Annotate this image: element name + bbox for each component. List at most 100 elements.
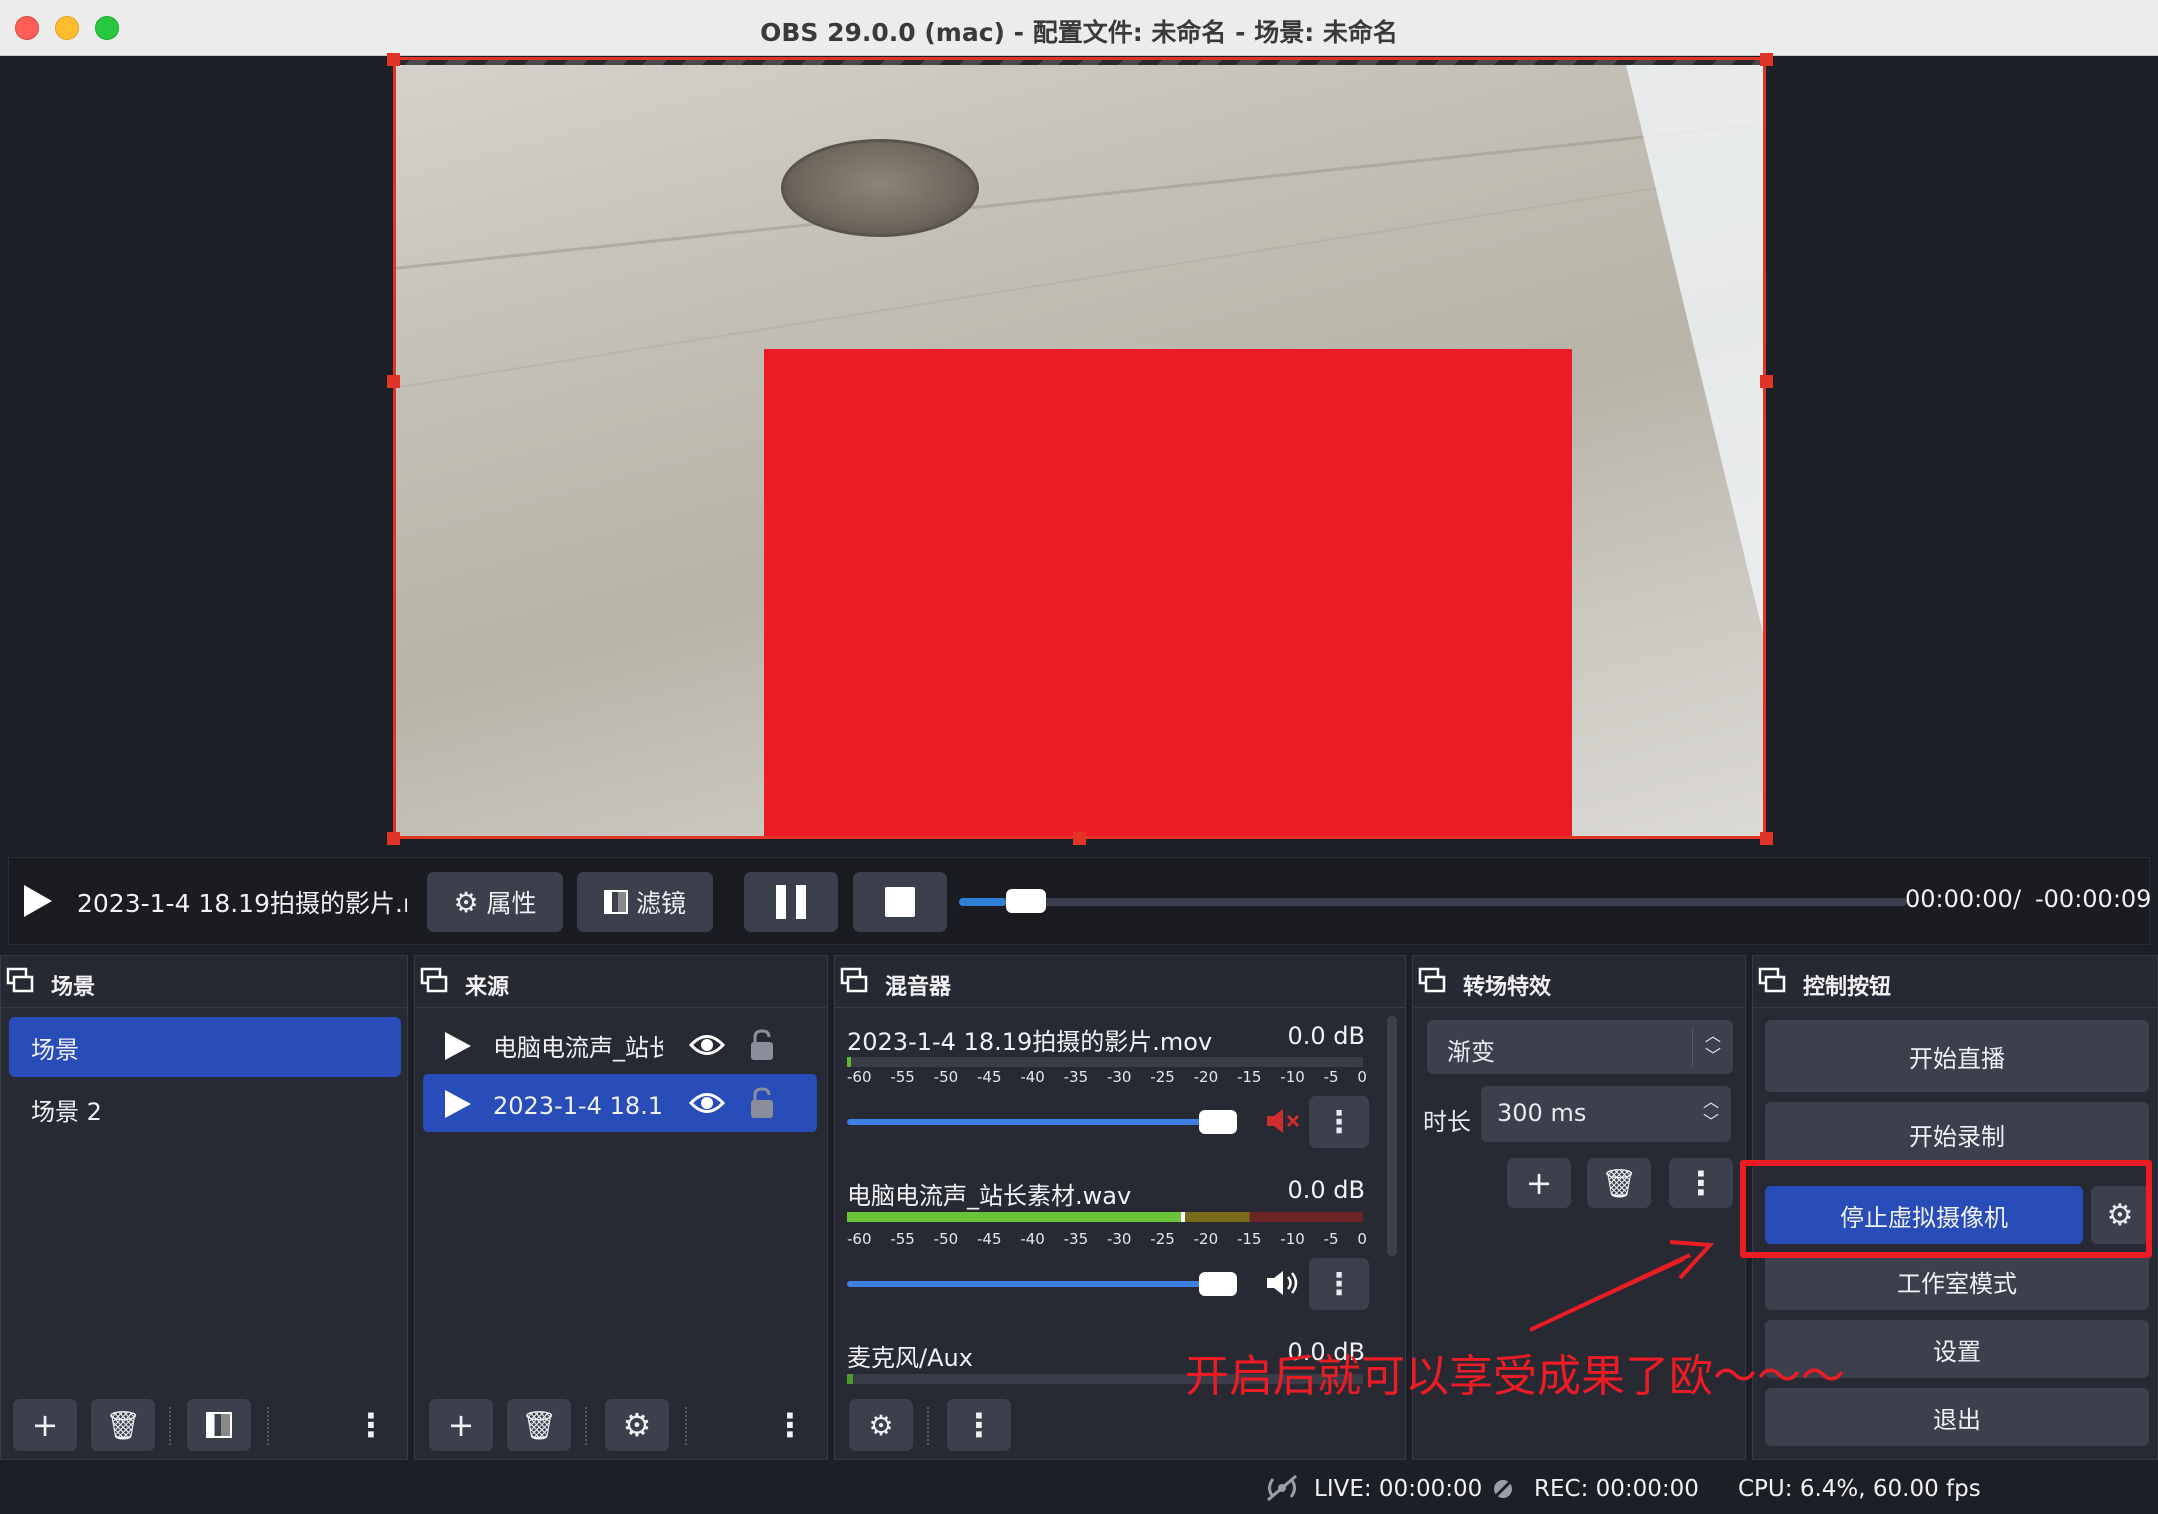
volume-slider[interactable] [847,1272,1237,1296]
transitions-dock-header: 转场特效 [1413,956,1745,1008]
canvas-top-stripe [393,57,1766,65]
more-options-icon: ⋮ [963,1406,995,1444]
volume-knob[interactable] [1199,1110,1237,1134]
gear-icon: ⚙ [453,885,479,919]
volume-slider[interactable] [847,1110,1237,1134]
studio-mode-button[interactable]: 工作室模式 [1765,1252,2149,1310]
start-streaming-button[interactable]: 开始直播 [1765,1020,2149,1092]
media-play-icon[interactable] [24,885,52,917]
seek-progress-fill [959,898,1006,906]
live-status-icon [1267,1474,1297,1502]
add-scene-button[interactable]: + [13,1399,77,1451]
rec-status: REC: 00:00:00 [1534,1476,1699,1502]
dock-float-icon[interactable] [419,966,449,996]
dock-float-icon[interactable] [5,966,35,996]
toolbar-separator [585,1407,587,1445]
channel-menu-button[interactable]: ⋮ [1309,1096,1369,1148]
dock-float-icon[interactable] [839,966,869,996]
pause-button[interactable] [744,872,838,932]
chevron-updown-icon: ︿ ﹀ [1704,1026,1721,1065]
transition-select[interactable]: 渐变 ︿ ﹀ [1427,1020,1733,1074]
channel-menu-button[interactable]: ⋮ [1309,1258,1369,1310]
scene-item-label: 场景 [31,1035,79,1064]
resize-handle-tr[interactable] [1760,53,1773,66]
controls-dock-header: 控制按钮 [1753,956,2157,1008]
annotation-arrow-icon [1529,1240,1715,1332]
mixer-channel-name: 麦克风/Aux [847,1344,973,1372]
resize-handle-mr[interactable] [1760,375,1773,388]
mixer-channel-name: 2023-1-4 18.19拍摄的影片.mov [847,1028,1213,1056]
remove-scene-button[interactable]: 🗑 [91,1399,155,1451]
muted-speaker-icon[interactable] [1265,1106,1301,1136]
dock-float-icon[interactable] [1757,966,1787,996]
sources-toolbar: + 🗑 ⚙ ⋮ [415,1389,827,1459]
start-recording-button[interactable]: 开始录制 [1765,1102,2149,1166]
dock-float-icon[interactable] [1417,966,1447,996]
duration-spinbox[interactable]: 300 ms ︿ ﹀ [1481,1086,1731,1142]
filters-button[interactable]: 滤镜 [577,872,713,932]
add-source-button[interactable]: + [429,1399,493,1451]
scenes-toolbar: + 🗑 ⋮ [1,1389,407,1459]
resize-handle-tl[interactable] [387,53,400,66]
meter-scale: -60 -55 -50 -45 -40 -35 -30 -25 -20 -15 -10 -5 0 [847,1230,1367,1248]
scene-item-label: 场景 2 [31,1097,102,1126]
scene-item[interactable]: 场景 2 [9,1079,401,1139]
mixer-menu-button[interactable]: ⋮ [947,1399,1011,1451]
scene-filters-button[interactable] [187,1399,251,1451]
pause-icon [776,885,806,919]
scene-item[interactable]: 场景 [9,1017,401,1077]
media-source-name: 2023-1-4 18.19拍摄的影片.mov [77,889,407,918]
lock-icon[interactable] [749,1028,775,1062]
mixer-channel-name: 电脑电流声_站长素材.wav [847,1182,1132,1210]
plus-icon: + [31,1406,59,1444]
audio-level-meter [847,1057,1363,1067]
remove-transition-button[interactable]: 🗑 [1587,1158,1651,1208]
ceiling-edge [393,123,1759,270]
source-item[interactable]: 2023-1-4 18.19拍摄的影片.mov [423,1074,817,1132]
resize-handle-bm[interactable] [1073,832,1086,845]
resize-handle-br[interactable] [1760,832,1773,845]
source-properties-button[interactable]: ⚙ [605,1399,669,1451]
more-options-icon: ⋮ [1685,1164,1717,1202]
add-transition-button[interactable]: + [1507,1158,1571,1208]
rec-status-icon [1490,1476,1516,1502]
preview-canvas[interactable] [393,57,1766,839]
gear-icon: ⚙ [622,1406,652,1444]
resize-handle-ml[interactable] [387,375,400,388]
sources-title: 来源 [465,975,510,1000]
lock-icon[interactable] [749,1086,775,1120]
advanced-audio-button[interactable]: ⚙ [849,1399,913,1451]
seek-slider[interactable] [959,889,1907,913]
source-item-label: 电脑电流声_站长素材.wav [493,1033,663,1062]
remove-source-button[interactable]: 🗑 [507,1399,571,1451]
filter-icon [206,1412,232,1438]
speaker-icon[interactable] [1265,1268,1301,1298]
transition-menu-button[interactable]: ⋮ [1669,1158,1733,1208]
duration-value: 300 ms [1497,1099,1587,1127]
properties-button[interactable]: ⚙ 属性 [427,872,563,932]
spin-arrows-icon: ︿ ﹀ [1702,1092,1719,1131]
preview-area [0,53,2158,847]
annotation-highlight-box [1740,1160,2152,1258]
eye-icon[interactable] [689,1088,725,1118]
seek-knob[interactable] [1006,889,1046,913]
plus-icon: + [1525,1164,1553,1202]
stop-button[interactable] [853,872,947,932]
toolbar-separator [927,1407,929,1445]
duration-label: 时长 [1423,1108,1471,1136]
time-separator: / [2013,885,2022,913]
mixer-scrollbar[interactable] [1387,1016,1397,1256]
more-options-icon[interactable]: ⋮ [355,1399,387,1451]
annotation-text: 开启后就可以享受成果了欧～～～ [1185,1351,1845,1402]
media-source-icon [445,1090,471,1118]
trash-icon: 🗑 [105,1408,141,1442]
window-title: OBS 29.0.0 (mac) - 配置文件: 未命名 - 场景: 未命名 [760,18,1398,47]
volume-knob[interactable] [1199,1272,1237,1296]
eye-icon[interactable] [689,1030,725,1060]
stop-icon [885,887,915,917]
source-item[interactable]: 电脑电流声_站长素材.wav [423,1016,817,1074]
mixer-dock-header: 混音器 [835,956,1405,1008]
resize-handle-bl[interactable] [387,832,400,845]
sources-dock: 来源 电脑电流声_站长素材.wav 2023-1-4 18.19拍摄的影片.mo… [414,955,828,1460]
more-options-icon[interactable]: ⋮ [774,1399,806,1451]
